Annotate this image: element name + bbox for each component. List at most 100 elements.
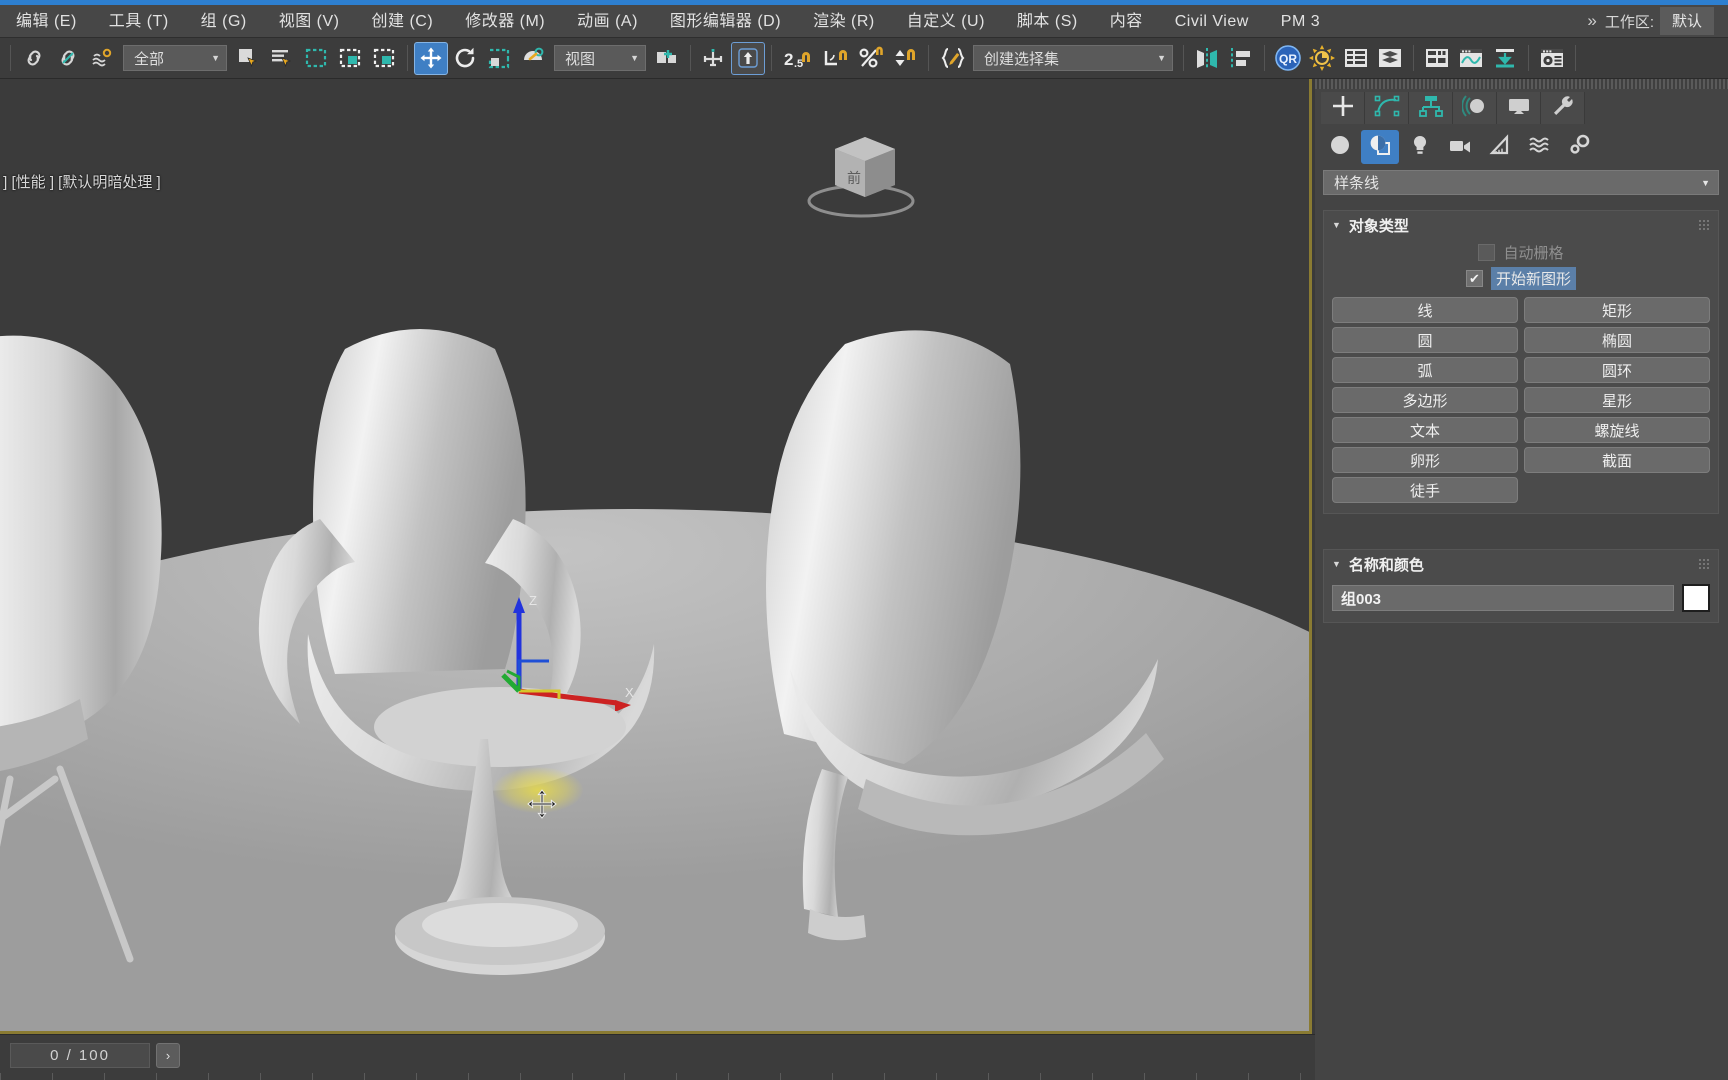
scene-explorer-button[interactable] [1373,42,1407,75]
menu-rendering[interactable]: 渲染 (R) [797,5,891,38]
shape-button-ellipse[interactable]: 椭圆 [1524,327,1710,353]
transform-gizmo[interactable]: Z X [497,591,637,711]
current-frame-field[interactable]: 0 / 100 [10,1043,150,1068]
select-and-manipulate-icon [702,46,726,70]
select-object-button[interactable] [231,42,265,75]
auto-grid-row[interactable]: 自动栅格 [1324,239,1718,265]
selection-filter-combo[interactable]: 全部 ▼ [123,45,227,71]
start-new-shape-checkbox[interactable]: ✔ [1465,269,1483,287]
rollout-grip-icon[interactable] [1698,558,1710,570]
space-warps-button[interactable] [1521,130,1559,164]
shapes-button[interactable] [1361,130,1399,164]
tab-motion[interactable] [1453,92,1497,124]
tab-utilities[interactable] [1541,92,1585,124]
systems-button[interactable] [1561,130,1599,164]
render-setup-button[interactable] [1305,42,1339,75]
unlink-selection-button[interactable] [51,42,85,75]
shape-button-section[interactable]: 截面 [1524,447,1710,473]
rollout-grip-icon[interactable] [1698,219,1710,231]
panel-drag-strip[interactable] [1315,79,1728,89]
helpers-button[interactable] [1481,130,1519,164]
schematic-view-button[interactable] [1488,42,1522,75]
object-type-rollout-header[interactable]: ▼ 对象类型 [1324,211,1718,239]
menu-content[interactable]: 内容 [1094,5,1159,38]
menu-views[interactable]: 视图 (V) [263,5,356,38]
start-new-shape-row[interactable]: ✔ 开始新图形 [1324,265,1718,291]
snaps-toggle-button[interactable] [731,41,765,75]
menu-modifiers[interactable]: 修改器 (M) [449,5,561,38]
shape-button-star[interactable]: 星形 [1524,387,1710,413]
menu-create[interactable]: 创建 (C) [356,5,450,38]
menu-group[interactable]: 组 (G) [185,5,263,38]
window-crossing-button[interactable] [333,42,367,75]
shape-button-helix[interactable]: 螺旋线 [1524,417,1710,443]
shape-button-egg[interactable]: 卵形 [1332,447,1518,473]
auto-grid-label: 自动栅格 [1503,244,1564,262]
workspace-selector[interactable]: 默认 [1659,7,1714,35]
bind-to-space-warp-button[interactable] [85,42,119,75]
cameras-button[interactable] [1441,130,1479,164]
tab-hierarchy[interactable] [1409,92,1453,124]
curve-editor-button[interactable] [1454,42,1488,75]
angle-snap-button[interactable] [820,42,854,75]
select-and-place-icon [521,46,545,70]
shape-button-freehand[interactable]: 徒手 [1332,477,1518,503]
align-button[interactable] [1224,42,1258,75]
select-and-place-button[interactable] [516,42,550,75]
select-and-move-button[interactable] [414,41,448,75]
next-frame-button[interactable]: › [156,1043,180,1068]
material-editor-button[interactable] [1535,42,1569,75]
auto-grid-checkbox[interactable] [1478,243,1496,261]
timeline-ticks[interactable] [0,1073,1315,1080]
shape-button-circle[interactable]: 圆 [1332,327,1518,353]
menu-pm3[interactable]: PM 3 [1265,5,1336,38]
shape-button-arc[interactable]: 弧 [1332,357,1518,383]
select-and-manipulate-button[interactable] [697,42,731,75]
tab-create[interactable] [1321,92,1365,124]
snap-25-button[interactable]: 2 .5 [778,42,820,75]
name-color-rollout-header[interactable]: ▼ 名称和颜色 [1324,550,1718,578]
reference-coordinate-combo[interactable]: 视图 ▼ [554,45,646,71]
object-name-input[interactable]: 组003 [1332,585,1674,611]
space-warps-icon [1528,133,1552,162]
quick-render-button[interactable]: QR [1271,42,1305,75]
spinner-snap-button[interactable] [888,42,922,75]
tab-display[interactable] [1497,92,1541,124]
select-and-move-icon [419,46,443,70]
percent-snap-button[interactable] [854,42,888,75]
edit-named-selection-button[interactable] [935,42,969,75]
menu-scripting[interactable]: 脚本 (S) [1001,5,1094,38]
window-crossing-alt-button[interactable] [367,42,401,75]
view-cube[interactable]: 前 [799,119,929,229]
tab-modify[interactable] [1365,92,1409,124]
select-by-name-button[interactable] [265,42,299,75]
shape-button-donut[interactable]: 圆环 [1524,357,1710,383]
use-pivot-center-button[interactable] [650,42,684,75]
perspective-viewport[interactable]: Z X 前 视 ] [性能 ] [默认明暗处理 ] [0,79,1312,1034]
menu-animation[interactable]: 动画 (A) [561,5,654,38]
viewport-label[interactable]: 视 ] [性能 ] [默认明暗处理 ] [0,171,161,192]
menu-civil-view[interactable]: Civil View [1159,5,1265,38]
mirror-button[interactable] [1190,42,1224,75]
lights-button[interactable] [1401,130,1439,164]
menu-edit[interactable]: 编辑 (E) [0,5,93,38]
named-selection-set-combo[interactable]: 创建选择集 ▼ [973,45,1173,71]
menu-tools[interactable]: 工具 (T) [93,5,185,38]
select-and-scale-button[interactable] [482,42,516,75]
triangle-down-icon: ▼ [1332,559,1341,569]
shape-button-text[interactable]: 文本 [1332,417,1518,443]
shape-button-ngon[interactable]: 多边形 [1332,387,1518,413]
shape-button-rectangle[interactable]: 矩形 [1524,297,1710,323]
select-and-link-button[interactable] [17,42,51,75]
geometry-button[interactable] [1321,130,1359,164]
rectangular-selection-region-button[interactable] [299,42,333,75]
shape-category-combo[interactable]: 样条线 ▼ [1323,170,1719,195]
select-and-rotate-button[interactable] [448,42,482,75]
object-color-swatch[interactable] [1682,584,1710,612]
menu-overflow-chevron-icon[interactable]: » [1579,11,1604,31]
layer-explorer-button[interactable] [1339,42,1373,75]
ribbon-button[interactable] [1420,42,1454,75]
menu-customize[interactable]: 自定义 (U) [891,5,1001,38]
menu-graph-editors[interactable]: 图形编辑器 (D) [654,5,797,38]
shape-button-line[interactable]: 线 [1332,297,1518,323]
